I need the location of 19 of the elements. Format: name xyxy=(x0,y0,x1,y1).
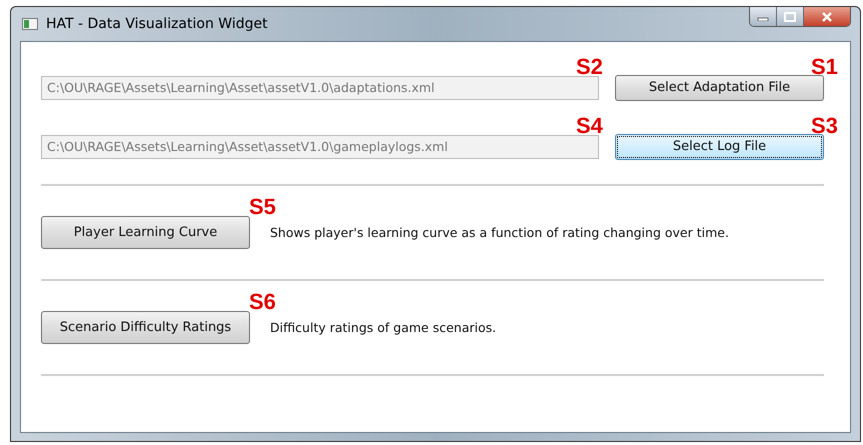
action-button[interactable]: Scenario Difficulty Ratings xyxy=(41,311,250,344)
file-path-field[interactable]: C:\OU\RAGE\Assets\Learning\Asset\assetV1.0\gameplaylogs.xml xyxy=(41,134,599,158)
minimize-button[interactable] xyxy=(750,7,777,26)
description-text: Shows player's learning curve as a function of rating changing over time. xyxy=(270,225,729,240)
close-icon xyxy=(821,12,833,22)
annotation-label: S6 xyxy=(249,291,276,313)
window-title: HAT - Data Visualization Widget xyxy=(46,16,268,32)
close-button[interactable] xyxy=(804,7,850,26)
file-path-field[interactable]: C:\OU\RAGE\Assets\Learning\Asset\assetV1.0\adaptations.xml xyxy=(41,76,599,100)
description-text: Difficulty ratings of game scenarios. xyxy=(270,320,496,335)
action-button[interactable]: Player Learning Curve xyxy=(41,216,250,249)
maximize-button[interactable] xyxy=(777,7,804,26)
app-icon xyxy=(22,18,38,30)
annotation-label: S2 xyxy=(576,56,603,78)
select-file-button[interactable]: Select Log File xyxy=(615,134,824,160)
maximize-icon xyxy=(784,12,796,22)
annotation-label: S5 xyxy=(249,196,276,218)
annotation-label: S4 xyxy=(576,115,603,137)
select-file-button[interactable]: Select Adaptation File xyxy=(615,74,824,100)
